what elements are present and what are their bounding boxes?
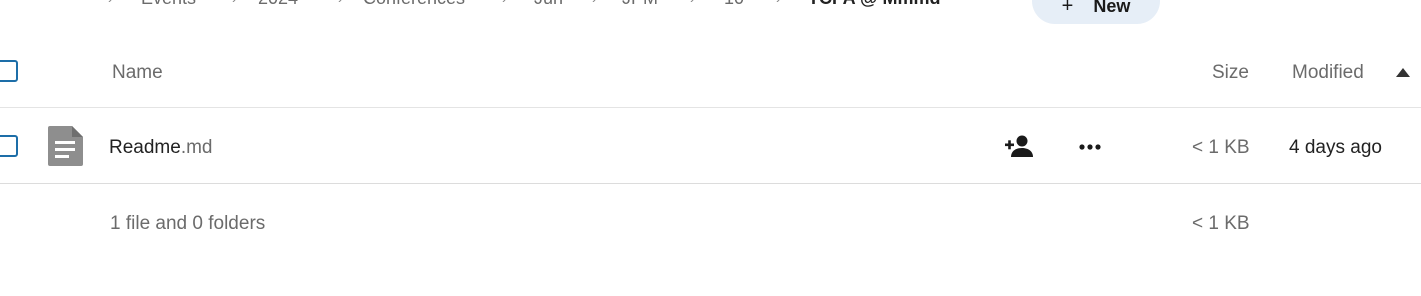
- file-name[interactable]: Readme.md: [109, 137, 213, 159]
- table-row[interactable]: Readme.md < 1 KB 4 days ago: [0, 109, 1421, 184]
- summary-count: 1 file and 0 folders: [110, 213, 266, 234]
- document-icon[interactable]: [48, 126, 83, 166]
- breadcrumb-item-10[interactable]: 10: [724, 0, 744, 9]
- breadcrumb-separator: ›: [690, 0, 695, 6]
- share-user-icon[interactable]: [1005, 135, 1033, 157]
- breadcrumb-item-conferences[interactable]: Conferences: [363, 0, 465, 9]
- breadcrumb-item-events[interactable]: Events: [141, 0, 196, 9]
- more-actions-icon[interactable]: [1079, 144, 1101, 150]
- column-header-modified[interactable]: Modified: [1292, 62, 1364, 84]
- breadcrumb: › Events › 2024 › Conferences › Jun › JP…: [0, 0, 1421, 24]
- summary-size: < 1 KB: [1192, 213, 1250, 234]
- file-modified: 4 days ago: [1289, 137, 1382, 158]
- plus-icon: +: [1061, 0, 1074, 17]
- column-header-size[interactable]: Size: [1212, 62, 1249, 84]
- sort-ascending-icon[interactable]: [1396, 68, 1410, 77]
- breadcrumb-separator: ›: [592, 0, 597, 6]
- breadcrumb-item-2024[interactable]: 2024: [258, 0, 298, 9]
- breadcrumb-separator: ›: [108, 0, 113, 6]
- breadcrumb-separator: ›: [776, 0, 781, 6]
- column-header-name[interactable]: Name: [112, 62, 163, 84]
- table-header: Name Size Modified: [0, 34, 1421, 108]
- new-button-label: New: [1093, 0, 1131, 16]
- breadcrumb-separator: ›: [502, 0, 507, 6]
- file-size: < 1 KB: [1192, 137, 1250, 158]
- breadcrumb-item-jpm[interactable]: JPM: [622, 0, 658, 9]
- file-extension: .md: [180, 137, 213, 158]
- new-button[interactable]: + New: [1032, 0, 1160, 24]
- table-summary: 1 file and 0 folders < 1 KB: [0, 185, 1421, 261]
- breadcrumb-separator: ›: [232, 0, 237, 6]
- breadcrumb-item-current: TCPA @ Mmmd: [808, 0, 941, 9]
- select-all-checkbox[interactable]: [0, 60, 18, 82]
- breadcrumb-item-jun[interactable]: Jun: [534, 0, 563, 9]
- file-basename: Readme: [109, 137, 181, 158]
- breadcrumb-separator: ›: [338, 0, 343, 6]
- row-select-checkbox[interactable]: [0, 135, 18, 157]
